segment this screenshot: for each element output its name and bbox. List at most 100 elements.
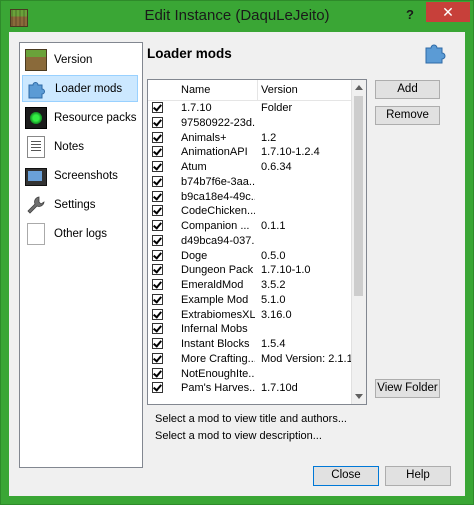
mod-enabled-checkbox[interactable] <box>152 308 163 320</box>
page-title: Loader mods <box>147 46 232 61</box>
mod-version-cell: 0.5.0 <box>261 249 286 262</box>
mod-enabled-checkbox[interactable] <box>152 279 163 290</box>
title-bar[interactable]: Edit Instance (DaquLeJeito) ? ✕ <box>1 1 473 31</box>
mod-name-cell: NotEnoughIte... <box>181 367 255 380</box>
scrollbar-thumb[interactable] <box>354 96 363 296</box>
mod-enabled-checkbox[interactable] <box>152 338 163 349</box>
mod-enabled-checkbox[interactable] <box>152 367 163 379</box>
mod-enabled-checkbox[interactable] <box>152 205 163 217</box>
mod-enabled-checkbox[interactable] <box>152 220 163 231</box>
table-row[interactable]: Doge 0.5.0 <box>148 249 351 264</box>
logs-icon <box>27 222 45 245</box>
mod-enabled-checkbox[interactable] <box>152 323 163 335</box>
mod-name-cell: Dungeon Pack <box>181 264 254 277</box>
list-header: Name Version <box>148 80 351 101</box>
sidebar-item-notes[interactable]: Notes <box>22 133 138 160</box>
sidebar: Version Loader mods Resource packs Notes <box>19 42 143 468</box>
mod-version-cell: 1.7.10-1.0 <box>261 264 311 277</box>
mod-enabled-checkbox[interactable] <box>152 234 163 246</box>
mod-version-cell: 3.5.2 <box>261 279 286 291</box>
screenshots-icon <box>25 167 47 186</box>
mod-name-cell: AnimationAPI <box>181 146 248 159</box>
table-row[interactable]: b9ca18e4-49c... <box>148 190 351 205</box>
sidebar-item-screenshots[interactable]: Screenshots <box>22 162 138 189</box>
table-row[interactable]: Atum 0.6.34 <box>148 160 351 175</box>
table-row[interactable]: 1.7.10 Folder <box>148 101 351 116</box>
mod-list[interactable]: Name Version 1.7.10 Folder 97580922-23d...… <box>147 79 367 405</box>
mod-name-cell: 97580922-23d... <box>181 116 255 129</box>
table-row[interactable]: Pam's Harves... 1.7.10d <box>148 381 351 396</box>
mod-name-cell: Animals+ <box>181 131 227 144</box>
sidebar-item-label: Resource packs <box>54 111 137 124</box>
mod-version-cell: Mod Version: 2.1.1 <box>261 352 353 365</box>
mod-name-cell: CodeChicken... <box>181 205 255 218</box>
mod-name-cell: Example Mod <box>181 293 249 306</box>
mod-enabled-checkbox[interactable] <box>152 102 163 113</box>
table-row[interactable]: b74b7f6e-3aa... <box>148 175 351 190</box>
sidebar-item-label: Other logs <box>54 227 108 240</box>
scroll-down-arrow-icon[interactable] <box>355 394 363 399</box>
sidebar-item-version[interactable]: Version <box>22 46 138 73</box>
view-folder-button[interactable]: View Folder <box>375 379 440 398</box>
mod-name-cell: ExtrabiomesXL <box>181 308 255 321</box>
vertical-scrollbar[interactable] <box>351 80 366 404</box>
grass-block-icon <box>25 48 47 71</box>
mod-enabled-checkbox[interactable] <box>152 264 163 276</box>
mod-enabled-checkbox[interactable] <box>152 175 163 187</box>
column-header-name[interactable]: Name <box>181 84 210 96</box>
mod-version-cell: 0.6.34 <box>261 161 292 173</box>
table-row[interactable]: Infernal Mobs <box>148 322 351 337</box>
resource-pack-icon <box>25 106 47 129</box>
scroll-up-arrow-icon[interactable] <box>355 85 363 90</box>
mod-enabled-checkbox[interactable] <box>152 249 163 261</box>
sidebar-item-label: Loader mods <box>55 82 123 95</box>
table-row[interactable]: NotEnoughIte... <box>148 367 351 382</box>
mod-enabled-checkbox[interactable] <box>152 293 163 305</box>
table-row[interactable]: ExtrabiomesXL 3.16.0 <box>148 308 351 323</box>
mod-enabled-checkbox[interactable] <box>152 382 163 394</box>
table-row[interactable]: EmeraldMod 3.5.2 <box>148 278 351 293</box>
mod-name-cell: EmeraldMod <box>181 279 244 291</box>
remove-button[interactable]: Remove <box>375 106 440 125</box>
mod-version-cell: 0.1.1 <box>261 220 286 232</box>
mod-name-cell: 1.7.10 <box>181 102 212 114</box>
puzzle-icon <box>26 78 48 100</box>
sidebar-item-settings[interactable]: Settings <box>22 191 138 218</box>
mod-name-cell: b74b7f6e-3aa... <box>181 175 255 188</box>
table-row[interactable]: Example Mod 5.1.0 <box>148 293 351 308</box>
mod-enabled-checkbox[interactable] <box>152 190 163 202</box>
settings-icon <box>25 194 47 216</box>
title-help-button[interactable]: ? <box>399 5 421 25</box>
sidebar-item-resource-packs[interactable]: Resource packs <box>22 104 138 131</box>
mod-enabled-checkbox[interactable] <box>152 146 163 158</box>
mod-enabled-checkbox[interactable] <box>152 116 163 128</box>
column-divider[interactable] <box>257 80 258 100</box>
table-row[interactable]: CodeChicken... <box>148 204 351 219</box>
mod-enabled-checkbox[interactable] <box>152 161 163 172</box>
sidebar-item-loader-mods[interactable]: Loader mods <box>22 75 138 102</box>
close-button[interactable]: Close <box>313 466 379 486</box>
help-button[interactable]: Help <box>385 466 451 486</box>
table-row[interactable]: Instant Blocks 1.5.4 <box>148 337 351 352</box>
mod-name-cell: Pam's Harves... <box>181 382 255 395</box>
mod-enabled-checkbox[interactable] <box>152 131 163 143</box>
table-row[interactable]: Companion ... 0.1.1 <box>148 219 351 234</box>
notes-icon <box>27 135 45 158</box>
mod-name-cell: Instant Blocks <box>181 338 250 350</box>
table-row[interactable]: Animals+ 1.2 <box>148 131 351 146</box>
table-row[interactable]: d49bca94-037... <box>148 234 351 249</box>
table-row[interactable]: Dungeon Pack 1.7.10-1.0 <box>148 263 351 278</box>
add-button[interactable]: Add <box>375 80 440 99</box>
table-row[interactable]: AnimationAPI 1.7.10-1.2.4 <box>148 145 351 160</box>
table-row[interactable]: More Crafting... Mod Version: 2.1.1 <box>148 352 353 367</box>
mod-version-cell: 1.7.10-1.2.4 <box>261 146 320 159</box>
sidebar-item-other-logs[interactable]: Other logs <box>22 220 138 247</box>
mod-enabled-checkbox[interactable] <box>152 352 163 364</box>
mod-version-cell: 5.1.0 <box>261 293 286 306</box>
window-close-button[interactable]: ✕ <box>426 2 470 22</box>
sidebar-item-label: Notes <box>54 140 85 153</box>
table-row[interactable]: 97580922-23d... <box>148 116 351 131</box>
column-header-version[interactable]: Version <box>261 84 298 96</box>
mod-name-cell: b9ca18e4-49c... <box>181 190 255 203</box>
mod-version-cell: Folder <box>261 102 293 114</box>
